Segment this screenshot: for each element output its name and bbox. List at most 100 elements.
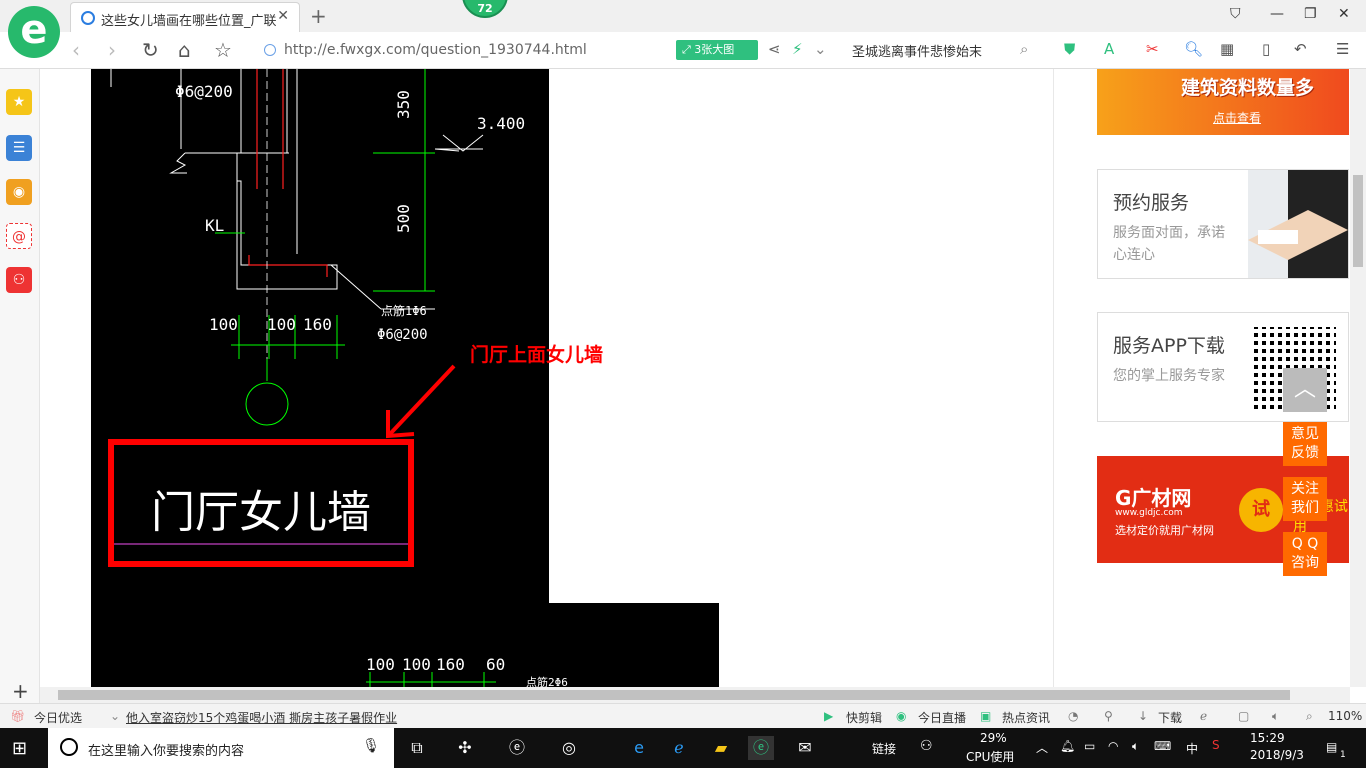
cad-dim-500: 500	[394, 204, 413, 233]
handshake-image	[1248, 170, 1348, 278]
forward-button[interactable]: ›	[108, 38, 116, 62]
clock-time[interactable]: 15:29	[1250, 731, 1285, 745]
chevron-up-icon[interactable]: ︿	[1036, 739, 1048, 756]
mail-icon[interactable]: @	[6, 223, 32, 249]
minimize-button[interactable]: —	[1270, 6, 1284, 22]
ime-indicator[interactable]: 中	[1186, 740, 1198, 757]
hot-news-link[interactable]: 热点资讯	[1002, 709, 1050, 726]
service-booking-card[interactable]: 预约服务 服务面对面，承诺心连心	[1097, 169, 1349, 279]
vertical-scroll-thumb[interactable]	[1353, 175, 1363, 267]
app-spiral-icon[interactable]: ◎	[556, 736, 582, 760]
browser-e-icon[interactable]: ⓔ	[504, 736, 530, 760]
news-ticker-link[interactable]: 他入室盗窃炒15个鸡蛋喝小酒 撕房主孩子暑假作业	[126, 709, 397, 726]
edge-icon[interactable]: e	[626, 736, 652, 760]
360-browser-taskbar-icon[interactable]: ⓔ	[748, 736, 774, 760]
speed-icon[interactable]: ◔	[1068, 709, 1078, 723]
skin-icon[interactable]: ⛉	[1230, 6, 1241, 22]
undo-icon[interactable]: ↶	[1294, 40, 1307, 58]
left-sidebar: ★ ☰ ◉ @ ⚇ +	[0, 69, 40, 703]
window-icon[interactable]: ▢	[1238, 709, 1249, 723]
scissors-icon[interactable]: ✂	[1146, 40, 1159, 58]
browser-logo-icon[interactable]: e	[8, 6, 60, 58]
qq-consult-button[interactable]: Q Q 咨询	[1283, 532, 1327, 576]
zoom-icon: ⌕	[1306, 709, 1313, 723]
search-icon[interactable]: ⌕	[1020, 40, 1028, 58]
fan-app-icon[interactable]: ✣	[452, 736, 478, 760]
ad-top-link[interactable]: 点击查看	[1213, 109, 1261, 126]
maximize-button[interactable]: ❐	[1304, 6, 1317, 22]
follow-us-button[interactable]: 关注 我们	[1283, 477, 1327, 521]
lightning-icon[interactable]: ⚡	[792, 40, 803, 58]
back-to-top-button[interactable]: ︿	[1283, 368, 1327, 412]
chevron-down-icon[interactable]: ⌄	[814, 40, 827, 58]
people-icon[interactable]: ⚇	[920, 738, 933, 754]
links-label[interactable]: 链接	[872, 740, 896, 757]
clock-date[interactable]: 2018/9/3	[1250, 748, 1304, 762]
url-text: http://e.fwxgx.com/question_1930744.html	[284, 42, 587, 58]
pin-icon[interactable]: ⚲	[1104, 709, 1113, 723]
bell-icon[interactable]: 🔔︎	[1060, 739, 1075, 753]
zoom-level[interactable]: 110%	[1328, 709, 1362, 723]
new-tab-button[interactable]: +	[310, 4, 327, 28]
horizontal-scroll-thumb[interactable]	[58, 690, 1290, 700]
address-bar[interactable]: http://e.fwxgx.com/question_1930744.html	[262, 40, 662, 62]
notification-badge[interactable]: 72	[462, 0, 508, 18]
notification-count: 1	[1340, 750, 1346, 760]
status-bar: 🎁︎ 今日优选 ⌄ 他入室盗窃炒15个鸡蛋喝小酒 撕房主孩子暑假作业 ▶ 快剪辑…	[0, 703, 1366, 728]
horizontal-scrollbar[interactable]	[40, 687, 1350, 703]
notification-icon[interactable]: ▤	[1326, 740, 1337, 754]
quickclip-link[interactable]: 快剪辑	[846, 709, 882, 726]
share-icon[interactable]: ⋖	[768, 40, 781, 58]
cad-kl: KL	[205, 216, 224, 235]
feedback-button[interactable]: 意见 反馈	[1283, 422, 1327, 466]
add-sidebar-button[interactable]: +	[12, 679, 29, 703]
gift-icon: 🎁︎	[10, 709, 26, 723]
vertical-scrollbar[interactable]	[1350, 69, 1366, 687]
apps-grid-icon[interactable]: ▦	[1220, 40, 1234, 58]
follow-line2: 我们	[1291, 500, 1319, 516]
cad-dim-row2-c: 160	[436, 655, 465, 674]
weibo-icon[interactable]: ◉	[6, 179, 32, 205]
tab-close-icon[interactable]: ✕	[277, 8, 289, 24]
close-window-button[interactable]: ✕	[1338, 6, 1350, 22]
tab-active[interactable]: 这些女儿墙画在哪些位置_广联达 ✕	[70, 2, 300, 32]
battery-icon[interactable]: ▭	[1084, 739, 1095, 753]
taskbar-search-box[interactable]: 在这里输入你要搜索的内容 🎙︎	[48, 728, 394, 768]
hot-icon: ▣	[980, 709, 992, 723]
task-view-icon[interactable]: ⧉	[404, 736, 430, 760]
volume-icon[interactable]: 🔈︎	[1272, 709, 1279, 724]
mail-app-icon[interactable]: ✉	[792, 736, 818, 760]
tablet-icon[interactable]: ▯	[1262, 40, 1270, 58]
home-button[interactable]: ⌂	[178, 38, 191, 62]
shield-icon[interactable]: ⛊	[1064, 40, 1075, 58]
card1-title: 预约服务	[1113, 192, 1190, 214]
ie-mode-icon[interactable]: ℯ	[1200, 709, 1207, 723]
favorite-star-button[interactable]: ☆	[214, 38, 232, 62]
bigpic-button[interactable]: ⤢ 3张大图	[676, 40, 758, 60]
today-picks-link[interactable]: 今日优选	[34, 709, 82, 726]
cad-note2: Φ6@200	[377, 327, 428, 343]
microphone-icon[interactable]: 🎙︎	[362, 738, 380, 754]
wifi-icon[interactable]: ◠	[1108, 739, 1118, 753]
keyboard-icon[interactable]: ⌨	[1154, 739, 1171, 753]
speaker-icon[interactable]: 🔈︎	[1132, 739, 1139, 754]
windows-start-icon[interactable]: ⊞	[12, 738, 27, 759]
ie-icon[interactable]: ℯ	[666, 736, 692, 760]
news-icon[interactable]: ☰	[6, 135, 32, 161]
back-button[interactable]: ‹	[72, 38, 80, 62]
file-explorer-icon[interactable]: ▰	[708, 736, 734, 760]
download-link[interactable]: 下载	[1158, 709, 1182, 726]
ad-banner-top[interactable]: 建筑资料数量多 点击查看	[1097, 69, 1349, 135]
cpu-percent: 29%	[980, 731, 1007, 745]
favorites-icon[interactable]: ★	[6, 89, 32, 115]
sogou-icon[interactable]: S	[1212, 738, 1220, 752]
game-icon[interactable]: ⚇	[6, 267, 32, 293]
translate-icon[interactable]: A	[1104, 40, 1114, 58]
menu-icon[interactable]: ☰	[1336, 40, 1349, 58]
follow-line1: 关注	[1291, 481, 1319, 497]
magnifier-icon[interactable]: 🔍︎	[1184, 40, 1203, 58]
search-input[interactable]: 圣城逃离事件悲惨始末	[852, 41, 1042, 61]
live-link[interactable]: 今日直播	[918, 709, 966, 726]
refresh-button[interactable]: ↻	[142, 38, 159, 62]
search-text: 圣城逃离事件悲惨始末	[852, 45, 983, 60]
